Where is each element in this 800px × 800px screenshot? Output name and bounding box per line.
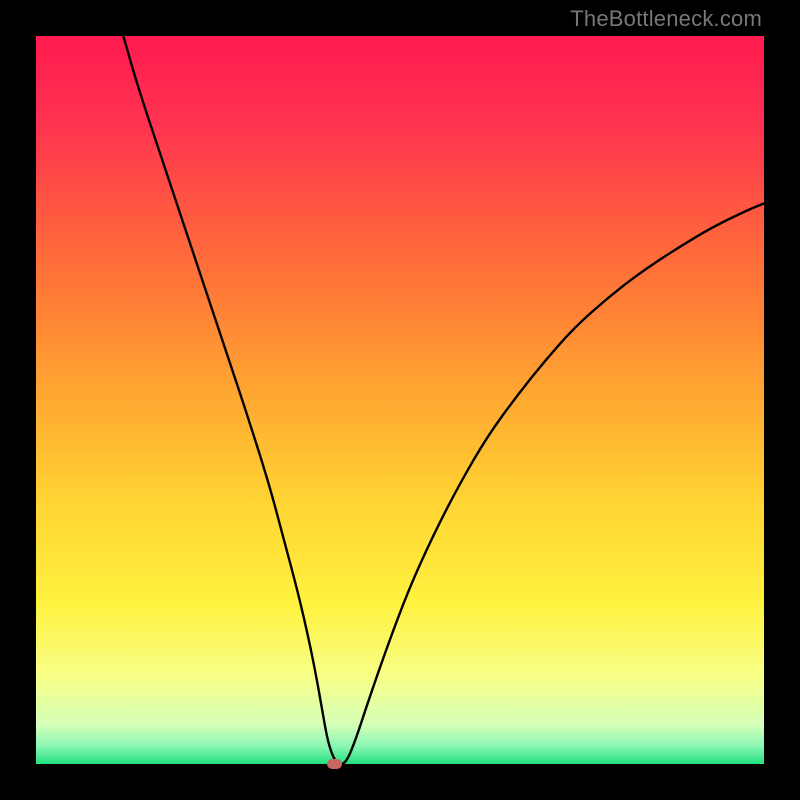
watermark-text: TheBottleneck.com: [570, 6, 762, 32]
bottleneck-curve: [36, 36, 764, 764]
min-marker: [327, 759, 342, 769]
chart-frame: TheBottleneck.com: [0, 0, 800, 800]
plot-area: [36, 36, 764, 764]
